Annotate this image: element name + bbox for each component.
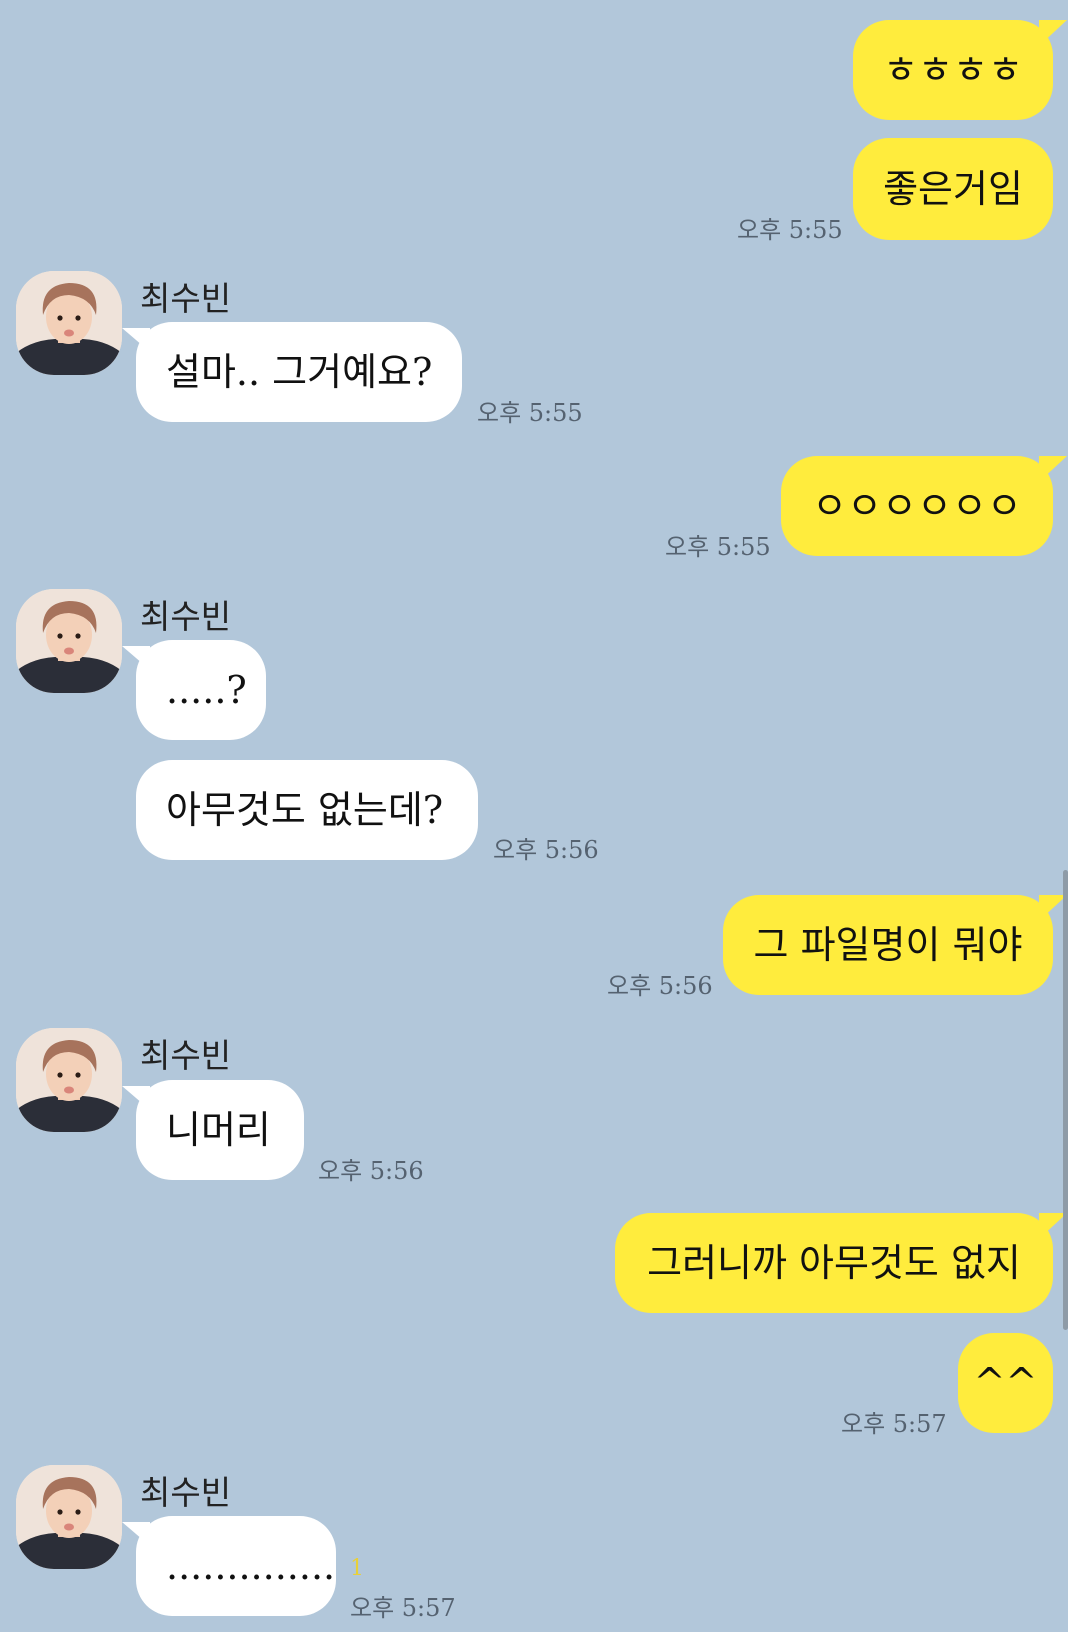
message-time: 오후 5:56	[493, 836, 599, 864]
message-bubble-received[interactable]: 니머리	[122, 1080, 304, 1180]
contact-name: 최수빈	[140, 597, 232, 636]
contact-avatar[interactable]	[16, 1028, 122, 1132]
message-time: 오후 5:55	[737, 216, 843, 244]
contact-name: 최수빈	[140, 1036, 232, 1075]
message-time: 오후 5:56	[607, 972, 713, 1000]
message-bubble-sent[interactable]: ㅎㅎㅎㅎ	[853, 20, 1067, 120]
message-time: 오후 5:57	[841, 1410, 947, 1438]
scrollbar[interactable]	[1063, 870, 1068, 1330]
message-text: ㅎㅎㅎㅎ	[883, 48, 1023, 92]
message-time: 오후 5:55	[665, 533, 771, 561]
unread-count: 1	[350, 1556, 364, 1581]
message-bubble-sent[interactable]: ㅇㅇㅇㅇㅇㅇ	[781, 456, 1067, 556]
message-text: 그 파일명이 뭐야	[753, 923, 1023, 967]
message-text: 설마.. 그거예요?	[166, 350, 433, 394]
message-text: 니머리	[166, 1108, 271, 1152]
message-text: ㅇㅇㅇㅇㅇㅇ	[812, 484, 1022, 528]
message-time: 오후 5:55	[477, 399, 583, 427]
message-bubble-sent[interactable]: ^^	[958, 1333, 1053, 1433]
message-bubble-sent[interactable]: 그 파일명이 뭐야	[723, 895, 1067, 995]
message-bubble-received[interactable]: 설마.. 그거예요?	[122, 322, 462, 422]
message-bubble-received[interactable]: ..............	[122, 1516, 336, 1616]
avatar-photo	[16, 589, 122, 693]
avatar-photo	[16, 271, 122, 375]
message-time: 오후 5:56	[318, 1157, 424, 1185]
avatar-photo	[16, 1465, 122, 1569]
contact-name: 최수빈	[140, 1473, 232, 1512]
message-text: ^^	[973, 1360, 1038, 1404]
message-text: .....?	[166, 668, 247, 712]
message-text: 아무것도 없는데?	[166, 788, 444, 832]
message-bubble-sent[interactable]: 그러니까 아무것도 없지	[615, 1213, 1067, 1313]
contact-avatar[interactable]	[16, 271, 122, 375]
message-bubble-received[interactable]: .....?	[122, 640, 266, 740]
message-text: 좋은거임	[883, 167, 1023, 211]
chat-room: ㅎㅎㅎㅎ 좋은거임 오후 5:55 최수빈 설마.. 그거예요? 오후 5:55…	[0, 0, 1068, 1632]
contact-avatar[interactable]	[16, 1465, 122, 1569]
message-bubble-received[interactable]: 아무것도 없는데?	[136, 760, 478, 860]
contact-avatar[interactable]	[16, 589, 122, 693]
message-time: 오후 5:57	[350, 1594, 456, 1622]
avatar-photo	[16, 1028, 122, 1132]
message-text: 그러니까 아무것도 없지	[647, 1241, 1021, 1285]
contact-name: 최수빈	[140, 279, 232, 318]
message-bubble-sent[interactable]: 좋은거임	[853, 138, 1053, 240]
message-text: ..............	[166, 1544, 336, 1588]
